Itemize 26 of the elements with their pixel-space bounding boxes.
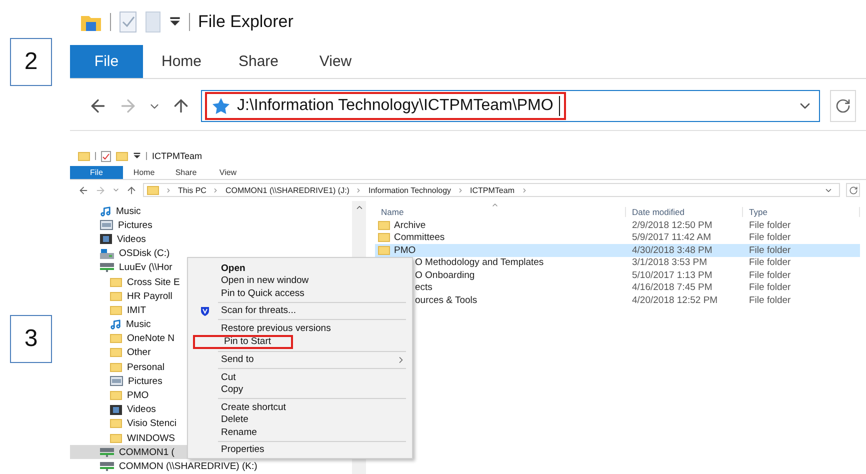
type-cell-text: File folder	[748, 244, 792, 256]
step-number: 2	[10, 38, 52, 86]
date-cell-text: 4/20/2018 12:52 PM	[631, 294, 719, 306]
type-cell-text: File folder	[748, 294, 792, 306]
file-name: ources & Tools	[415, 294, 478, 306]
date-cell-text: 2/9/2018 12:50 PM	[631, 220, 714, 231]
type-cell-text: File folder	[748, 270, 792, 281]
window-title: ICTPMTeam	[152, 151, 202, 161]
step-number: 3	[10, 315, 52, 363]
file-name: ects	[415, 282, 432, 294]
window-title: File Explorer	[198, 12, 294, 32]
date-cell-text: 4/16/2018 7:45 PM	[631, 282, 714, 294]
date-cell-text: 5/10/2017 1:13 PM	[631, 270, 714, 281]
date-cell-text: 3/1/2018 3:53 PM	[631, 257, 708, 268]
file-name: Committees	[394, 232, 445, 244]
type-cell-text: File folder	[748, 232, 792, 244]
type-cell-text: File folder	[748, 257, 792, 268]
address-text: J:\Information Technology\ICTPMTeam\PMO	[237, 97, 554, 115]
type-cell-text: File folder	[748, 282, 792, 294]
file-name: Archive	[394, 220, 426, 231]
file-name: PMO	[394, 244, 416, 256]
file-name: O Methodology and Templates	[415, 257, 544, 268]
file-name: O Onboarding	[415, 270, 475, 281]
date-cell-text: 5/9/2017 11:42 AM	[631, 232, 712, 244]
type-cell-text: File folder	[748, 220, 792, 231]
date-cell-text: 4/30/2018 3:48 PM	[631, 244, 714, 256]
